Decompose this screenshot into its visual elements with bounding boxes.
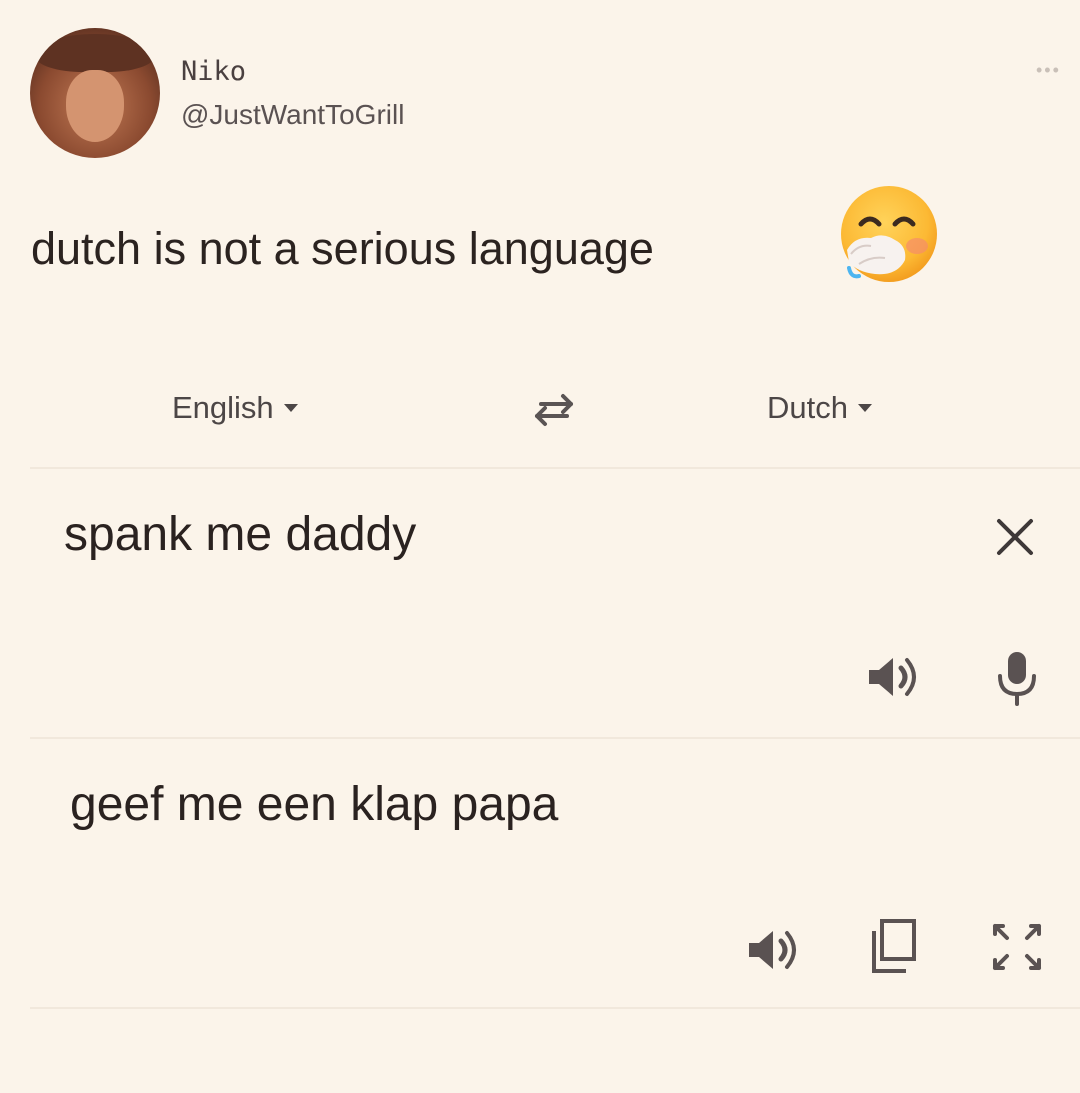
avatar[interactable] (30, 28, 160, 158)
expand-icon[interactable] (989, 920, 1045, 974)
source-language-selector[interactable]: English (172, 390, 298, 426)
author-handle[interactable]: @JustWantToGrill (181, 99, 404, 131)
close-icon[interactable] (993, 515, 1037, 559)
avatar-face (66, 70, 124, 142)
more-options-icon[interactable]: ••• (1036, 61, 1076, 79)
divider (30, 1007, 1080, 1009)
mic-icon[interactable] (995, 650, 1039, 706)
divider (30, 737, 1080, 739)
target-language-label: Dutch (767, 390, 848, 425)
swap-languages-icon[interactable] (527, 386, 581, 432)
divider (30, 467, 1080, 469)
speaker-icon[interactable] (865, 652, 921, 702)
copy-icon[interactable] (868, 917, 918, 975)
speaker-icon[interactable] (745, 925, 801, 975)
target-language-selector[interactable]: Dutch (767, 390, 872, 426)
author-name[interactable]: Niko (181, 56, 246, 87)
source-text-input[interactable]: spank me daddy (64, 507, 416, 562)
source-language-label: English (172, 390, 274, 425)
tweet-text: dutch is not a serious language (31, 223, 654, 274)
translated-text: geef me een klap papa (70, 778, 559, 831)
avatar-hat (36, 34, 154, 72)
caret-down-icon (857, 404, 872, 412)
caret-down-icon (283, 404, 298, 412)
face-with-hand-over-mouth-icon (841, 186, 937, 282)
